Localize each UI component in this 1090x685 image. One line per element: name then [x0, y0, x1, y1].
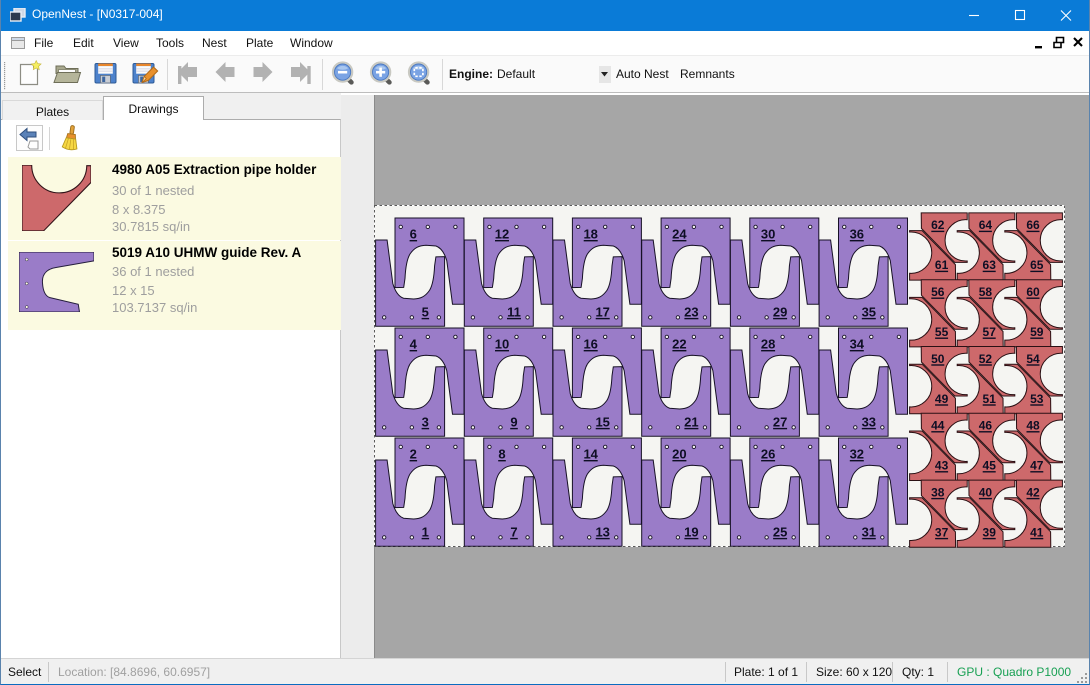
svg-text:32: 32: [850, 447, 864, 462]
svg-text:45: 45: [983, 459, 997, 473]
svg-text:60: 60: [1026, 285, 1040, 299]
svg-text:52: 52: [979, 352, 993, 366]
svg-text:53: 53: [1030, 392, 1044, 406]
svg-text:56: 56: [931, 285, 945, 299]
svg-text:48: 48: [1026, 419, 1040, 433]
svg-text:4: 4: [410, 337, 418, 352]
svg-text:22: 22: [672, 337, 686, 352]
svg-text:3: 3: [422, 414, 429, 429]
svg-text:28: 28: [761, 337, 775, 352]
svg-text:1: 1: [422, 524, 429, 539]
svg-text:12: 12: [495, 227, 509, 242]
svg-text:57: 57: [983, 325, 997, 339]
svg-text:30: 30: [761, 227, 775, 242]
svg-text:9: 9: [510, 414, 517, 429]
svg-text:64: 64: [979, 218, 993, 232]
svg-text:63: 63: [983, 258, 997, 272]
svg-text:55: 55: [935, 325, 949, 339]
svg-text:10: 10: [495, 337, 509, 352]
svg-text:50: 50: [931, 352, 945, 366]
svg-text:42: 42: [1026, 485, 1040, 499]
svg-text:66: 66: [1026, 218, 1040, 232]
svg-text:51: 51: [983, 392, 997, 406]
svg-text:36: 36: [850, 227, 864, 242]
svg-text:54: 54: [1026, 352, 1040, 366]
svg-text:19: 19: [684, 524, 698, 539]
svg-text:13: 13: [595, 524, 609, 539]
svg-text:49: 49: [935, 392, 949, 406]
svg-text:61: 61: [935, 258, 949, 272]
svg-text:26: 26: [761, 447, 775, 462]
svg-text:27: 27: [773, 414, 787, 429]
svg-text:23: 23: [684, 304, 698, 319]
svg-text:24: 24: [672, 227, 687, 242]
svg-text:33: 33: [862, 414, 876, 429]
svg-text:37: 37: [935, 525, 949, 539]
svg-text:8: 8: [498, 447, 505, 462]
svg-text:47: 47: [1030, 459, 1044, 473]
svg-text:65: 65: [1030, 258, 1044, 272]
svg-text:5: 5: [422, 304, 429, 319]
svg-text:6: 6: [410, 227, 417, 242]
svg-text:20: 20: [672, 447, 686, 462]
svg-text:43: 43: [935, 459, 949, 473]
svg-text:7: 7: [510, 524, 517, 539]
svg-text:29: 29: [773, 304, 787, 319]
svg-text:31: 31: [862, 524, 876, 539]
svg-text:40: 40: [979, 485, 993, 499]
svg-text:59: 59: [1030, 325, 1044, 339]
svg-text:35: 35: [862, 304, 876, 319]
svg-text:14: 14: [583, 447, 598, 462]
svg-text:16: 16: [583, 337, 597, 352]
svg-text:15: 15: [595, 414, 609, 429]
svg-text:41: 41: [1030, 525, 1044, 539]
svg-text:21: 21: [684, 414, 698, 429]
svg-text:2: 2: [410, 447, 417, 462]
svg-text:62: 62: [931, 218, 945, 232]
svg-text:46: 46: [979, 419, 993, 433]
svg-text:44: 44: [931, 419, 945, 433]
svg-text:34: 34: [850, 337, 865, 352]
svg-text:17: 17: [595, 304, 609, 319]
svg-text:39: 39: [983, 525, 997, 539]
svg-text:58: 58: [979, 285, 993, 299]
svg-text:11: 11: [507, 304, 521, 319]
svg-text:18: 18: [583, 227, 597, 242]
svg-text:25: 25: [773, 524, 787, 539]
svg-text:38: 38: [931, 485, 945, 499]
